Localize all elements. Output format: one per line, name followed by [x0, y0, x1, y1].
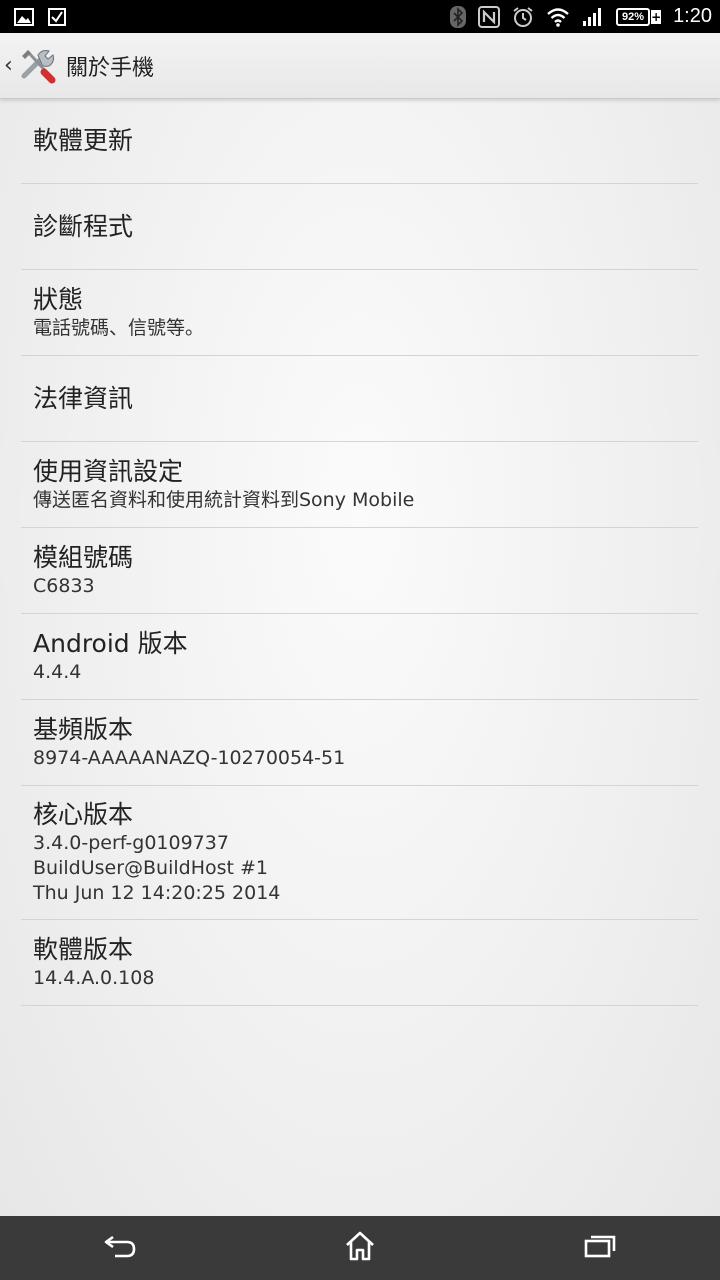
item-title: 使用資訊設定: [33, 457, 184, 486]
wifi-icon: [546, 7, 570, 27]
list-item-baseband-version[interactable]: 基頻版本 8974-AAAAANAZQ-10270054-51: [21, 700, 698, 786]
back-icon: [103, 1233, 137, 1263]
chevron-left-icon: ‹: [4, 53, 13, 78]
list-item-kernel-version[interactable]: 核心版本 3.4.0-perf-g0109737 BuildUser@Build…: [21, 786, 698, 920]
item-subtitle: 14.4.A.0.108: [33, 967, 155, 989]
image-icon: [14, 7, 34, 26]
signal-icon: [582, 7, 604, 27]
home-button[interactable]: [300, 1216, 420, 1280]
list-item-model-number[interactable]: 模組號碼 C6833: [21, 528, 698, 614]
item-title: 基頻版本: [33, 715, 134, 744]
item-subtitle: 電話號碼、信號等。: [33, 317, 205, 339]
item-title: 模組號碼: [33, 543, 134, 572]
clock: 1:20: [673, 5, 712, 27]
list-item-build-number[interactable]: 軟體版本 14.4.A.0.108: [21, 920, 698, 1006]
item-title: 診斷程式: [33, 211, 134, 241]
item-subtitle: 傳送匿名資料和使用統計資料到Sony Mobile: [33, 489, 415, 511]
list-item-android-version[interactable]: Android 版本 4.4.4: [21, 614, 698, 700]
item-title: Android 版本: [33, 629, 188, 658]
tools-icon: [18, 46, 58, 86]
recents-button[interactable]: [540, 1216, 660, 1280]
alarm-icon: [512, 6, 534, 28]
item-subtitle: 8974-AAAAANAZQ-10270054-51: [33, 747, 346, 769]
bluetooth-icon: [450, 5, 467, 28]
item-title: 軟體版本: [33, 935, 134, 964]
battery-indicator: 92% +: [616, 7, 662, 26]
item-title: 法律資訊: [33, 383, 134, 413]
action-bar: ‹ 關於手機: [0, 33, 720, 99]
item-subtitle: C6833: [33, 575, 95, 597]
recents-icon: [584, 1234, 616, 1262]
item-subtitle: 4.4.4: [33, 661, 82, 683]
up-button[interactable]: ‹: [0, 33, 58, 98]
item-title: 核心版本: [33, 800, 134, 829]
list-item-software-update[interactable]: 軟體更新: [21, 98, 698, 184]
list-item-usage-info-settings[interactable]: 使用資訊設定 傳送匿名資料和使用統計資料到Sony Mobile: [21, 442, 698, 528]
page-title: 關於手機: [66, 55, 155, 81]
checkbox-icon: [48, 7, 66, 26]
status-bar: 92% + 1:20: [0, 0, 720, 33]
settings-list: 軟體更新 診斷程式 狀態 電話號碼、信號等。 法律資訊 使用資訊設定 傳送匿名資…: [21, 98, 698, 1006]
home-icon: [344, 1231, 376, 1265]
navigation-bar: [0, 1216, 720, 1280]
back-button[interactable]: [60, 1216, 180, 1280]
list-item-diagnostics[interactable]: 診斷程式: [21, 184, 698, 270]
nfc-icon: [478, 5, 501, 28]
list-item-status[interactable]: 狀態 電話號碼、信號等。: [21, 270, 698, 356]
battery-percent: 92%: [616, 7, 651, 26]
list-item-legal-info[interactable]: 法律資訊: [21, 356, 698, 442]
item-title: 軟體更新: [33, 125, 134, 155]
charging-icon: +: [651, 9, 662, 24]
item-subtitle: 3.4.0-perf-g0109737 BuildUser@BuildHost …: [33, 832, 281, 904]
item-title: 狀態: [33, 285, 84, 314]
